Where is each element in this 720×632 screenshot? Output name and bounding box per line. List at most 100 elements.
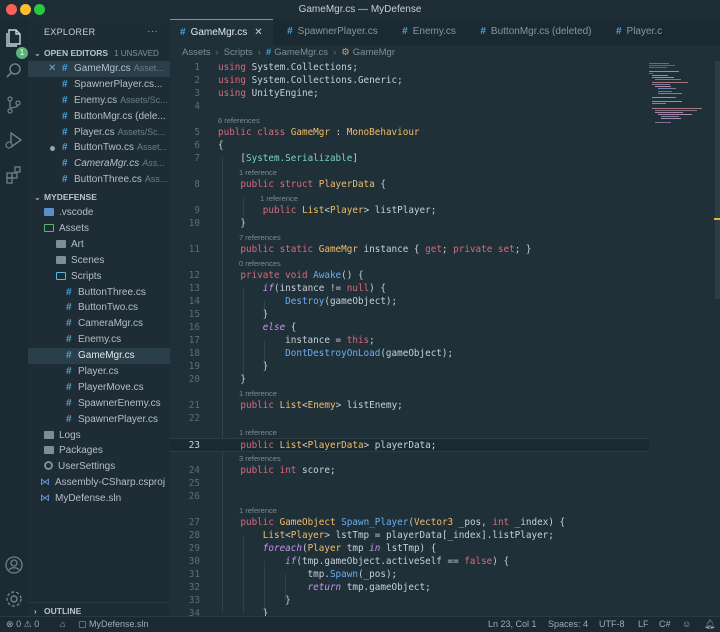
vertical-scrollbar[interactable] xyxy=(713,61,720,616)
codelens-references[interactable]: 3 references xyxy=(239,453,281,464)
unsaved-dot-icon[interactable] xyxy=(50,146,55,152)
tree-file[interactable]: # Player.cs xyxy=(28,364,170,380)
tree-folder-scripts[interactable]: Scripts xyxy=(28,269,170,285)
tree-file-selected[interactable]: # GameMgr.cs xyxy=(28,348,170,365)
code-line[interactable]: 30 if(tmp.gameObject.activeSelf == false… xyxy=(170,555,649,568)
source-control-icon[interactable] xyxy=(4,95,24,115)
scrollbar-thumb[interactable] xyxy=(715,61,720,299)
outline-section[interactable]: › OUTLINE xyxy=(28,602,170,616)
code-line[interactable]: 15 } xyxy=(170,308,649,321)
code-line[interactable]: 13 if(instance != null) { xyxy=(170,282,649,295)
code-line[interactable]: 31 tmp.Spawn(_pos); xyxy=(170,568,649,581)
code-line[interactable]: 18 DontDestroyOnLoad(gameObject); xyxy=(170,347,649,360)
code-line[interactable]: 24 public int score; xyxy=(170,464,649,477)
code-line[interactable]: 6{ xyxy=(170,139,649,152)
end-of-line[interactable]: LF xyxy=(638,617,649,632)
language-mode[interactable]: C# xyxy=(659,617,671,632)
open-editor-item[interactable]: ✕ # GameMgr.cs Asset... xyxy=(28,61,170,77)
breadcrumb-item[interactable]: Assets xyxy=(182,47,211,58)
account-icon[interactable] xyxy=(4,555,24,575)
open-editor-item[interactable]: # Player.cs Assets/Sc... xyxy=(28,125,170,141)
tree-folder-assets[interactable]: Assets xyxy=(28,221,170,237)
code-line[interactable]: 8 public struct PlayerData { xyxy=(170,178,649,191)
tree-folder-usersettings[interactable]: UserSettings xyxy=(28,459,170,475)
open-editor-item[interactable]: # ButtonTwo.cs Asset... xyxy=(28,140,170,156)
close-window-button[interactable] xyxy=(6,4,17,15)
close-icon[interactable]: ✕ xyxy=(48,61,56,77)
code-line[interactable]: 4 xyxy=(170,100,649,113)
tree-file[interactable]: # Enemy.cs xyxy=(28,332,170,348)
indentation[interactable]: Spaces: 4 xyxy=(548,617,588,632)
tree-folder-packages[interactable]: Packages xyxy=(28,443,170,459)
close-icon[interactable]: ✕ xyxy=(254,27,262,38)
code-line[interactable]: 10 } xyxy=(170,217,649,230)
code-line[interactable]: 16 else { xyxy=(170,321,649,334)
open-editor-item[interactable]: # CameraMgr.cs Ass... xyxy=(28,156,170,172)
codelens-references[interactable]: 0 references xyxy=(239,258,281,269)
tree-folder-art[interactable]: Art xyxy=(28,237,170,253)
open-editor-item[interactable]: # ButtonThree.cs Ass... xyxy=(28,172,170,188)
cursor-position[interactable]: Ln 23, Col 1 xyxy=(488,617,537,632)
open-editors-header[interactable]: ⌄ OPEN EDITORS 1 UNSAVED xyxy=(28,45,170,61)
tab-gamemgr[interactable]: # GameMgr.cs ✕ xyxy=(170,19,273,45)
tree-file-csproj[interactable]: ⋈ Assembly-CSharp.csproj xyxy=(28,475,170,491)
code-line[interactable]: 14 Destroy(gameObject); xyxy=(170,295,649,308)
breadcrumb-item[interactable]: Scripts xyxy=(224,47,253,58)
gear-icon[interactable] xyxy=(4,589,24,609)
maximize-window-button[interactable] xyxy=(34,4,45,15)
open-editor-item[interactable]: # ButtonMgr.cs (dele... xyxy=(28,109,170,125)
codelens-references[interactable]: 1 reference xyxy=(239,388,277,399)
codelens-references[interactable]: 1 reference xyxy=(260,193,298,204)
code-line[interactable]: 22 xyxy=(170,412,649,425)
code-line[interactable]: 2 using System.Collections.Generic; xyxy=(170,74,649,87)
code-line[interactable]: 9 public List<Player> listPlayer; xyxy=(170,204,649,217)
code-line[interactable]: 27 public GameObject Spawn_Player(Vector… xyxy=(170,516,649,529)
explorer-icon[interactable]: 1 xyxy=(4,27,28,59)
codelens-references[interactable]: 7 references xyxy=(239,232,281,243)
code-line[interactable]: 26 xyxy=(170,490,649,503)
tree-file[interactable]: # ButtonThree.cs xyxy=(28,285,170,301)
code-line[interactable]: 25 xyxy=(170,477,649,490)
open-editor-item[interactable]: # Enemy.cs Assets/Sc... xyxy=(28,93,170,109)
tree-folder-vscode[interactable]: .vscode xyxy=(28,205,170,221)
code-line[interactable]: 29 foreach(Player tmp in lstTmp) { xyxy=(170,542,649,555)
code-line[interactable]: 17 instance = this; xyxy=(170,334,649,347)
problems-indicator[interactable]: ⊗ 0 ⚠ 0 xyxy=(6,617,39,632)
codelens-references[interactable]: 6 references xyxy=(218,115,260,126)
codelens-references[interactable]: 1 reference xyxy=(239,505,277,516)
encoding[interactable]: UTF-8 xyxy=(599,617,625,632)
code-editor[interactable]: 1 using System.Collections; 2 using System… xyxy=(170,61,720,616)
tab-spawnerplayer[interactable]: # SpawnerPlayer.cs xyxy=(277,19,388,45)
code-line[interactable]: 7 [System.Serializable] xyxy=(170,152,649,165)
tree-folder-logs[interactable]: Logs xyxy=(28,428,170,444)
tree-file[interactable]: # SpawnerPlayer.cs xyxy=(28,412,170,428)
bell-icon[interactable]: 🔔︎ xyxy=(704,617,715,632)
code-line[interactable]: 28 List<Player> lstTmp = playerData[_ind… xyxy=(170,529,649,542)
search-icon[interactable] xyxy=(4,61,24,81)
tree-folder-scenes[interactable]: Scenes xyxy=(28,253,170,269)
code-line[interactable]: 11 public static GameMgr instance { get;… xyxy=(170,243,649,256)
more-actions-icon[interactable]: ··· xyxy=(147,19,158,45)
tab-buttonmgr[interactable]: # ButtonMgr.cs (deleted) xyxy=(470,19,601,45)
tree-file[interactable]: # ButtonTwo.cs xyxy=(28,300,170,316)
code-line[interactable]: 5 public class GameMgr : MonoBehaviour xyxy=(170,126,649,139)
tree-file[interactable]: # CameraMgr.cs xyxy=(28,316,170,332)
tree-file[interactable]: # SpawnerEnemy.cs xyxy=(28,396,170,412)
tab-enemy[interactable]: # Enemy.cs xyxy=(392,19,466,45)
code-line[interactable]: 3 using UnityEngine; xyxy=(170,87,649,100)
code-line[interactable]: 19 } xyxy=(170,360,649,373)
solution-indicator[interactable]: ▢ MyDefense.sln xyxy=(78,617,149,632)
codelens-references[interactable]: 1 reference xyxy=(239,167,277,178)
open-editor-item[interactable]: # SpawnerPlayer.cs... xyxy=(28,77,170,93)
code-line[interactable]: 21 public List<Enemy> listEnemy; xyxy=(170,399,649,412)
tree-file[interactable]: # PlayerMove.cs xyxy=(28,380,170,396)
code-line[interactable]: 33 } xyxy=(170,594,649,607)
codelens-references[interactable]: 1 reference xyxy=(239,427,277,438)
extensions-icon[interactable] xyxy=(4,165,24,185)
minimize-window-button[interactable] xyxy=(20,4,31,15)
run-debug-icon[interactable] xyxy=(4,130,24,150)
code-line[interactable]: 1 using System.Collections; xyxy=(170,61,649,74)
code-line[interactable]: 32 return tmp.gameObject; xyxy=(170,581,649,594)
code-line[interactable]: 20 } xyxy=(170,373,649,386)
breadcrumb-item[interactable]: GameMgr.cs xyxy=(274,47,328,58)
